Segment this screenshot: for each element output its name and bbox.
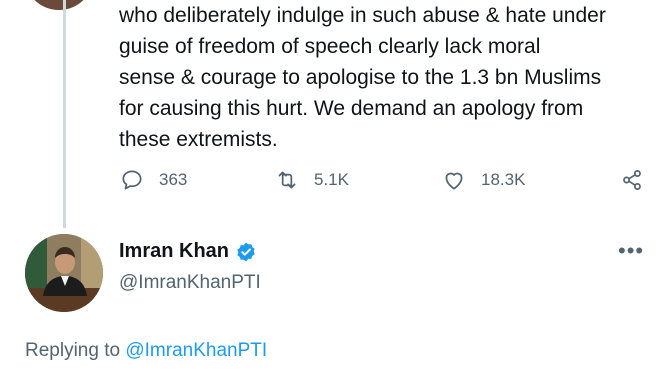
replying-to: Replying to @ImranKhanPTI <box>25 340 267 362</box>
share-icon <box>623 170 641 190</box>
author-handle[interactable]: @ImranKhanPTI <box>119 272 261 294</box>
like-button[interactable]: 18.3K <box>441 167 525 193</box>
author-name-text: Imran Khan <box>119 240 230 262</box>
like-icon <box>445 172 463 190</box>
thread-connector-line <box>63 0 66 228</box>
replying-mention-link[interactable]: @ImranKhanPTI <box>125 340 267 361</box>
more-options-icon[interactable]: ••• <box>618 238 644 264</box>
replying-prefix: Replying to <box>25 340 126 361</box>
retweet-icon <box>278 171 296 189</box>
like-count: 18.3K <box>481 170 526 189</box>
verified-badge-icon <box>237 242 255 261</box>
author-photo <box>25 234 103 312</box>
reply-button[interactable]: 363 <box>119 167 187 193</box>
author-avatar[interactable] <box>25 234 103 312</box>
tweet-actions: 363 5.1K 18.3K <box>119 167 659 203</box>
tweet-text: who deliberately indulge in such abuse &… <box>119 4 606 151</box>
share-button[interactable] <box>619 167 645 193</box>
reply-icon <box>122 170 142 190</box>
retweet-button[interactable]: 5.1K <box>274 167 349 193</box>
retweet-count: 5.1K <box>314 170 349 189</box>
previous-tweet-avatar[interactable] <box>24 0 94 10</box>
author-name[interactable]: Imran Khan <box>119 240 257 263</box>
reply-count: 363 <box>159 170 188 189</box>
